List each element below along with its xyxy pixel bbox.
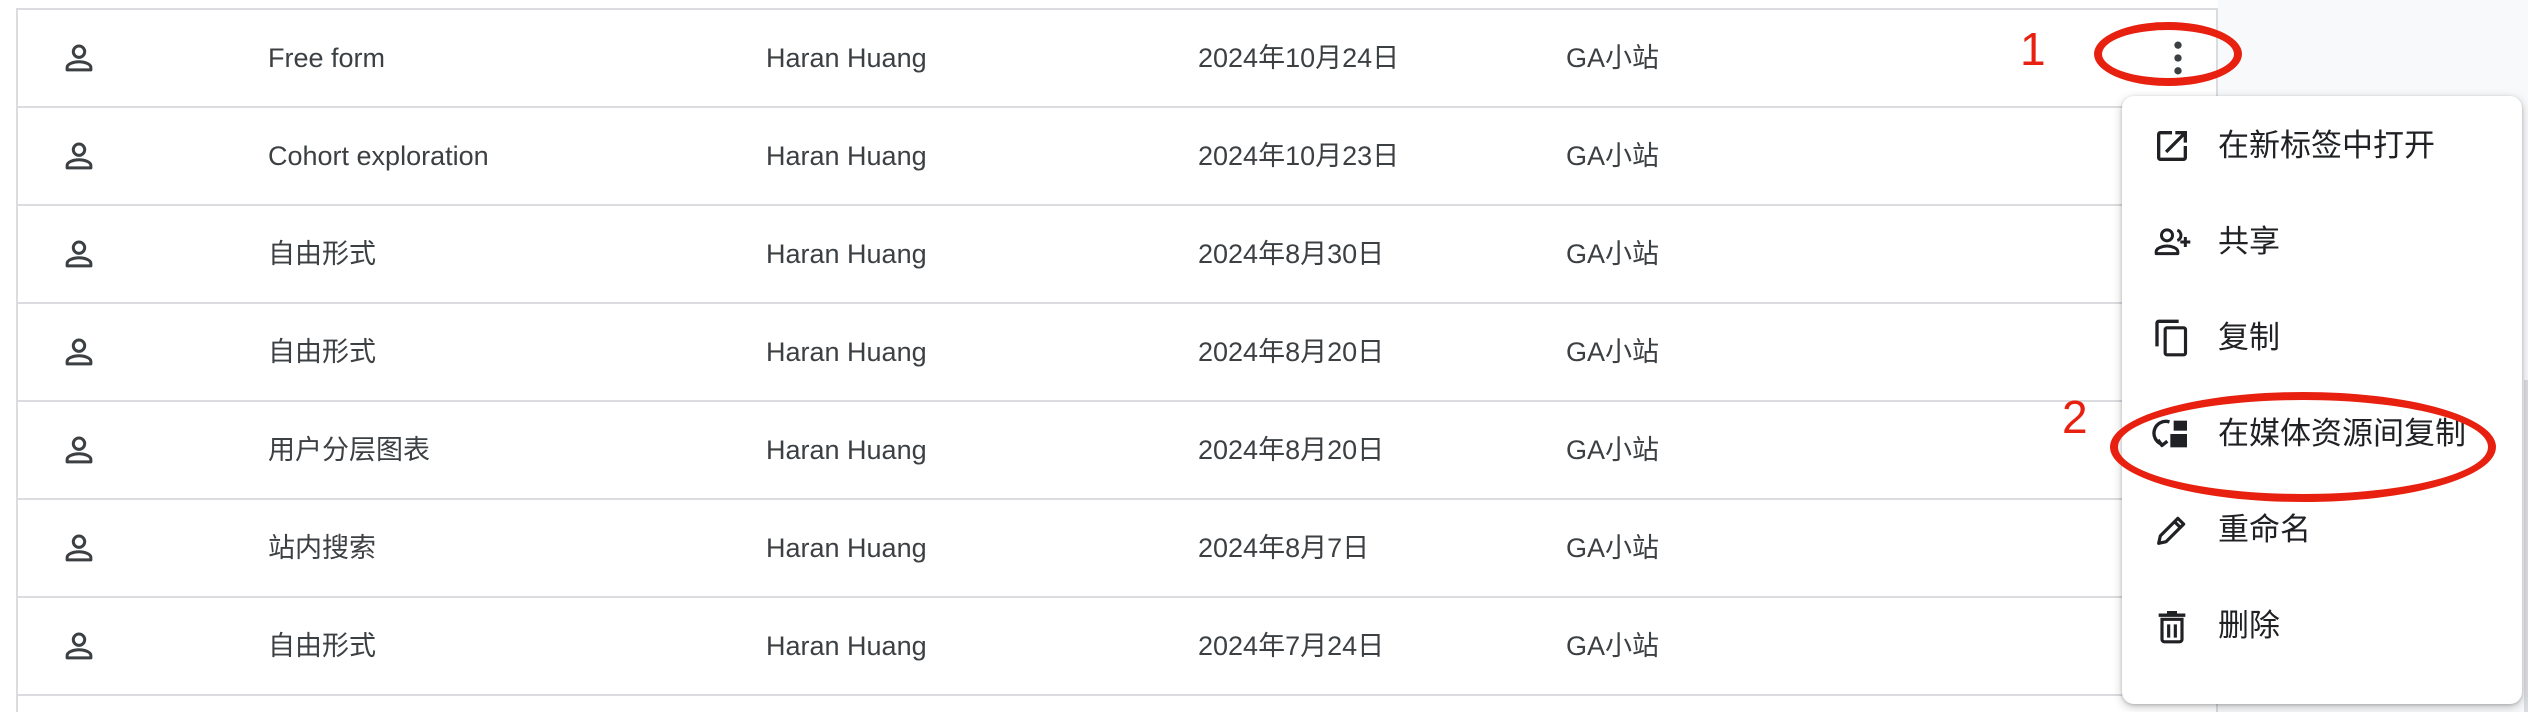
last-modified-date: 2024年8月7日 [1198, 533, 1370, 563]
exploration-name[interactable]: 用户分层图表 [268, 402, 430, 498]
property-name: GA小站 [1566, 141, 1660, 171]
person-add-icon [2154, 228, 2191, 256]
scrollbar-track[interactable] [2524, 380, 2528, 712]
menu-item-label: 共享 [2218, 224, 2280, 259]
table-row[interactable]: 站内搜索 Haran Huang 2024年8月7日 GA小站 [18, 500, 2216, 598]
exploration-name[interactable]: 自由形式 [268, 304, 376, 400]
property-name: GA小站 [1566, 533, 1660, 563]
menu-item-label: 复制 [2218, 320, 2280, 355]
table-row[interactable]: 自由形式 Haran Huang 2024年8月20日 GA小站 [18, 304, 2216, 402]
last-modified-date: 2024年8月20日 [1198, 337, 1385, 367]
last-modified-date: 2024年7月24日 [1198, 631, 1385, 661]
person-icon [65, 632, 93, 660]
exploration-name[interactable]: Free form [268, 10, 385, 106]
last-modified-date: 2024年10月24日 [1198, 43, 1400, 73]
open-in-new-icon [2157, 131, 2187, 161]
person-icon [65, 338, 93, 366]
exploration-name[interactable]: Cohort exploration [268, 108, 489, 204]
copy-icon [2155, 319, 2188, 357]
annotation-circle-copy-to-property [2110, 392, 2496, 502]
menu-item-share[interactable]: 共享 [2122, 192, 2522, 288]
table-row[interactable]: Free form Haran Huang 2024年10月24日 GA小站 [18, 10, 2216, 108]
property-name: GA小站 [1566, 239, 1660, 269]
owner-name: Haran Huang [766, 239, 927, 269]
exploration-name[interactable]: 自由形式 [268, 206, 376, 302]
menu-item-delete[interactable]: 删除 [2122, 576, 2522, 672]
property-name: GA小站 [1566, 631, 1660, 661]
page: Free form Haran Huang 2024年10月24日 GA小站 C… [0, 0, 2528, 712]
person-icon [65, 240, 93, 268]
annotation-circle-more-button [2094, 22, 2242, 86]
table-row[interactable]: 用户分层图表 Haran Huang 2024年8月20日 GA小站 [18, 402, 2216, 500]
annotation-step-number: 2 [2062, 391, 2088, 443]
exploration-name[interactable]: 自由形式 [268, 598, 376, 694]
person-icon [65, 142, 93, 170]
exploration-name[interactable]: 站内搜索 [268, 500, 376, 596]
owner-name: Haran Huang [766, 141, 927, 171]
menu-item-label: 删除 [2218, 608, 2280, 643]
owner-name: Haran Huang [766, 43, 927, 73]
last-modified-date: 2024年8月20日 [1198, 435, 1385, 465]
table-row[interactable]: Cohort exploration Haran Huang 2024年10月2… [18, 108, 2216, 206]
property-name: GA小站 [1566, 435, 1660, 465]
last-modified-date: 2024年8月30日 [1198, 239, 1385, 269]
property-name: GA小站 [1566, 337, 1660, 367]
pencil-icon [2157, 516, 2186, 545]
annotation-step-number: 1 [2020, 23, 2046, 75]
owner-name: Haran Huang [766, 533, 927, 563]
owner-name: Haran Huang [766, 337, 927, 367]
table-row[interactable]: 自由形式 Haran Huang 2024年8月30日 GA小站 [18, 206, 2216, 304]
trash-icon [2158, 611, 2186, 644]
explorations-list: Free form Haran Huang 2024年10月24日 GA小站 C… [16, 8, 2218, 712]
menu-item-open-in-new-tab[interactable]: 在新标签中打开 [2122, 96, 2522, 192]
table-row[interactable]: 自由形式 Haran Huang 2024年7月24日 GA小站 [18, 598, 2216, 696]
menu-item-label: 在新标签中打开 [2218, 128, 2435, 163]
menu-item-copy[interactable]: 复制 [2122, 288, 2522, 384]
property-name: GA小站 [1566, 43, 1660, 73]
person-icon [65, 534, 93, 562]
owner-name: Haran Huang [766, 435, 927, 465]
last-modified-date: 2024年10月23日 [1198, 141, 1400, 171]
owner-name: Haran Huang [766, 631, 927, 661]
person-icon [65, 44, 93, 72]
person-icon [65, 436, 93, 464]
